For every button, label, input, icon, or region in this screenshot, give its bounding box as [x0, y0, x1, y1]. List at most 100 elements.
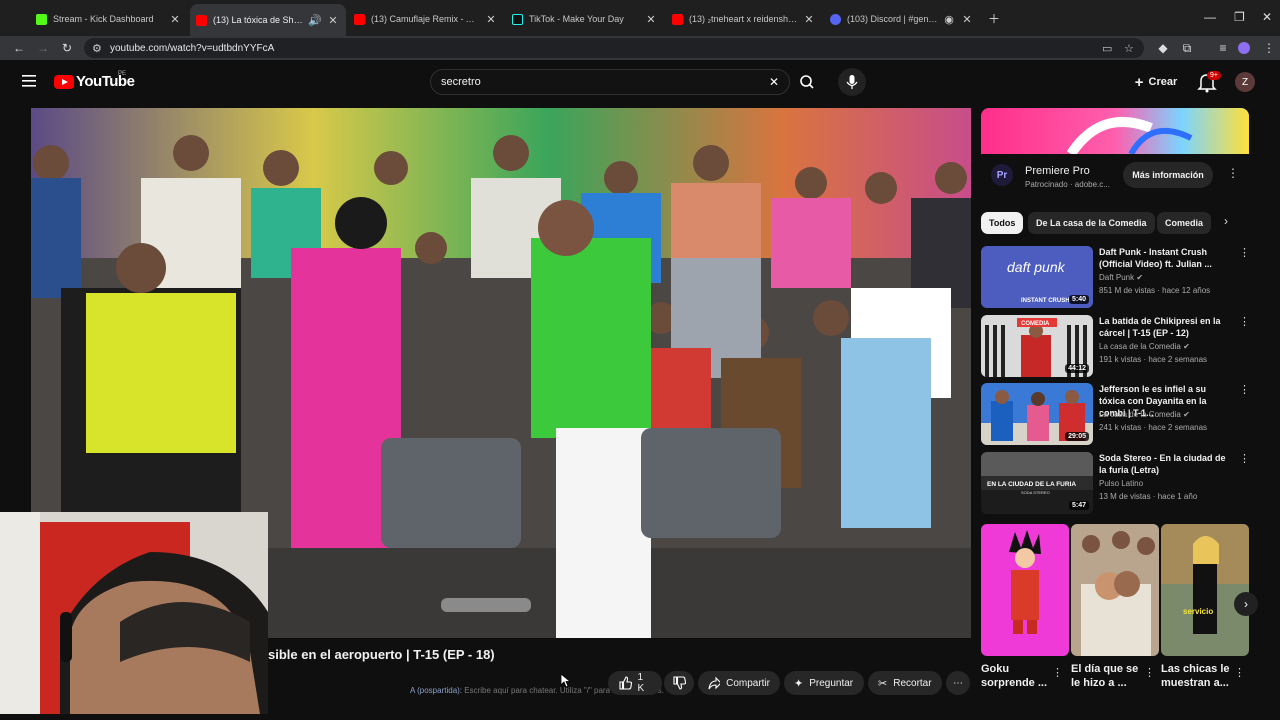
- youtube-header: YouTube PE secretro ✕ + Crear 9+ Z: [0, 60, 1280, 104]
- channel-label: La casa de la Comedia: [1099, 410, 1181, 419]
- youtube-icon: [196, 14, 207, 26]
- more-vertical-icon[interactable]: ⋮: [1239, 452, 1250, 465]
- more-vertical-icon[interactable]: ⋮: [1239, 315, 1250, 328]
- create-button[interactable]: + Crear: [1128, 69, 1184, 95]
- mouse-cursor-icon: [561, 674, 571, 688]
- tab-sno[interactable]: (13) ₂tneheart x reidenshi - sno ✕: [666, 6, 822, 32]
- ad-more-info-button[interactable]: Más información: [1123, 162, 1213, 188]
- more-actions-button[interactable]: ⋯: [946, 671, 970, 695]
- user-avatar[interactable]: Z: [1235, 72, 1255, 92]
- hamburger-icon[interactable]: [22, 75, 36, 87]
- search-button[interactable]: [790, 69, 824, 95]
- video-title: Soda Stereo - En la ciudad de la furia (…: [1099, 453, 1226, 475]
- short-image: [1071, 524, 1159, 656]
- ad-title: Premiere Pro: [1025, 165, 1090, 177]
- recommended-video[interactable]: EN LA CIUDAD DE LA FURIA SODA STEREO 5:4…: [981, 452, 1250, 514]
- video-thumbnail[interactable]: EN LA CIUDAD DE LA FURIA SODA STEREO 5:4…: [981, 452, 1093, 514]
- close-icon[interactable]: ✕: [326, 14, 340, 27]
- chevron-right-icon[interactable]: ›: [1224, 214, 1228, 228]
- bookmark-star-icon[interactable]: ☆: [1124, 42, 1134, 55]
- youtube-logo-icon[interactable]: [54, 75, 74, 89]
- webcam-overlay: [0, 512, 268, 714]
- ask-button[interactable]: ✦ Preguntar: [784, 671, 864, 695]
- minimize-icon[interactable]: —: [1204, 10, 1216, 24]
- chevron-right-icon[interactable]: ›: [1234, 592, 1258, 616]
- dislike-button[interactable]: [664, 671, 694, 695]
- notification-count-badge: 9+: [1207, 71, 1221, 80]
- kick-icon: [36, 13, 47, 25]
- more-vertical-icon[interactable]: ⋮: [1234, 666, 1245, 679]
- verified-icon: ✔: [1183, 410, 1190, 419]
- maximize-icon[interactable]: ❐: [1234, 10, 1245, 24]
- video-thumbnail[interactable]: 29:05: [981, 383, 1093, 445]
- url-text: youtube.com/watch?v=udtbdnYYFcA: [110, 43, 275, 54]
- puzzle-icon[interactable]: ⧉: [1180, 41, 1194, 56]
- more-horizontal-icon: ⋯: [953, 677, 963, 689]
- search-value: secretro: [441, 76, 481, 88]
- menu-icon[interactable]: ⋮: [1262, 41, 1276, 55]
- tab-kick-dashboard[interactable]: Stream - Kick Dashboard ✕: [30, 6, 188, 32]
- like-button[interactable]: 1 K: [608, 671, 662, 695]
- ad-banner-image[interactable]: [981, 108, 1249, 154]
- youtube-icon: [672, 13, 683, 25]
- chip-comedia[interactable]: Comedia: [1157, 212, 1212, 234]
- close-window-icon[interactable]: ✕: [1262, 10, 1272, 24]
- thumbs-up-icon: [619, 676, 632, 690]
- ad-artwork: [981, 108, 1249, 154]
- more-vertical-icon[interactable]: ⋮: [1052, 666, 1063, 679]
- thumb-instant-crush-text: INSTANT CRUSH: [1021, 298, 1070, 304]
- recommended-video[interactable]: 29:05 Jefferson le es infiel a su tóxica…: [981, 383, 1250, 445]
- back-icon[interactable]: ←: [12, 41, 26, 55]
- more-vertical-icon[interactable]: ⋮: [1239, 383, 1250, 396]
- recommended-video[interactable]: COMEDIA 44:12 La batida de Chikipresi en…: [981, 315, 1250, 377]
- close-icon[interactable]: ✕: [484, 13, 498, 26]
- tab-label: (103) Discord | #general | Lo: [847, 14, 938, 24]
- tab-tiktok[interactable]: TikTok - Make Your Day ✕: [506, 6, 664, 32]
- speaker-icon[interactable]: 🔊: [308, 14, 322, 27]
- recommended-video[interactable]: daft punk INSTANT CRUSH 5:40 Daft Punk -…: [981, 246, 1250, 308]
- channel-label: Daft Punk: [1099, 273, 1135, 282]
- clear-search-icon[interactable]: ✕: [769, 75, 779, 89]
- close-icon[interactable]: ✕: [644, 13, 658, 26]
- voice-search-button[interactable]: [838, 68, 866, 96]
- reload-icon[interactable]: ↻: [60, 41, 74, 55]
- address-bar[interactable]: ⚙ youtube.com/watch?v=udtbdnYYFcA ▭ ☆: [84, 38, 1144, 58]
- short-thumbnail[interactable]: [981, 524, 1069, 656]
- channel-name: La casa de la Comedia ✔: [1099, 410, 1190, 419]
- tab-current-video[interactable]: (13) La tóxica de Shirley le h 🔊 ✕: [190, 4, 346, 36]
- verified-icon: ✔: [1136, 273, 1144, 282]
- more-vertical-icon[interactable]: ⋮: [1144, 666, 1155, 679]
- tab-discord[interactable]: (103) Discord | #general | Lo ◉ ✕: [824, 6, 980, 32]
- tab-camuflaje[interactable]: (13) Camuflaje Remix - Alexis y ✕: [348, 6, 504, 32]
- chip-la-casa-de-la-comedia[interactable]: De La casa de la Comedia: [1028, 212, 1155, 234]
- country-code: PE: [118, 71, 127, 77]
- search-input[interactable]: secretro ✕: [430, 69, 790, 95]
- close-icon[interactable]: ✕: [802, 13, 816, 26]
- close-icon[interactable]: ✕: [960, 13, 974, 26]
- cast-icon[interactable]: ▭: [1102, 42, 1112, 55]
- new-tab-icon[interactable]: ＋: [988, 10, 1000, 27]
- chip-todos[interactable]: Todos: [981, 212, 1024, 234]
- share-button[interactable]: Compartir: [698, 671, 780, 695]
- clip-button[interactable]: ✂ Recortar: [868, 671, 942, 695]
- profile-icon[interactable]: [1238, 42, 1250, 54]
- plus-icon: +: [1134, 73, 1144, 91]
- short-title: El día que se le hizo a ...: [1071, 663, 1139, 689]
- share-label: Compartir: [726, 677, 770, 689]
- verified-icon: ✔: [1183, 342, 1190, 351]
- more-vertical-icon[interactable]: ⋮: [1227, 166, 1239, 180]
- short-thumbnail[interactable]: [1071, 524, 1159, 656]
- extension-icon[interactable]: ◆: [1156, 41, 1170, 55]
- video-thumbnail[interactable]: COMEDIA 44:12: [981, 315, 1093, 377]
- ad-card[interactable]: Pr Premiere Pro Patrocinado · adobe.c...…: [981, 154, 1249, 200]
- thumbs-down-icon: [673, 676, 686, 690]
- thumb-comedia-text: COMEDIA: [1021, 321, 1050, 327]
- close-icon[interactable]: ✕: [168, 13, 182, 26]
- short-thumbnail[interactable]: servicio: [1161, 524, 1249, 656]
- media-icon[interactable]: ≡: [1216, 41, 1230, 55]
- site-info-icon[interactable]: ⚙: [92, 42, 102, 55]
- forward-icon[interactable]: →: [36, 41, 50, 55]
- browser-toolbar: ← → ↻ ⚙ youtube.com/watch?v=udtbdnYYFcA …: [0, 36, 1280, 60]
- more-vertical-icon[interactable]: ⋮: [1239, 246, 1250, 259]
- video-thumbnail[interactable]: daft punk INSTANT CRUSH 5:40: [981, 246, 1093, 308]
